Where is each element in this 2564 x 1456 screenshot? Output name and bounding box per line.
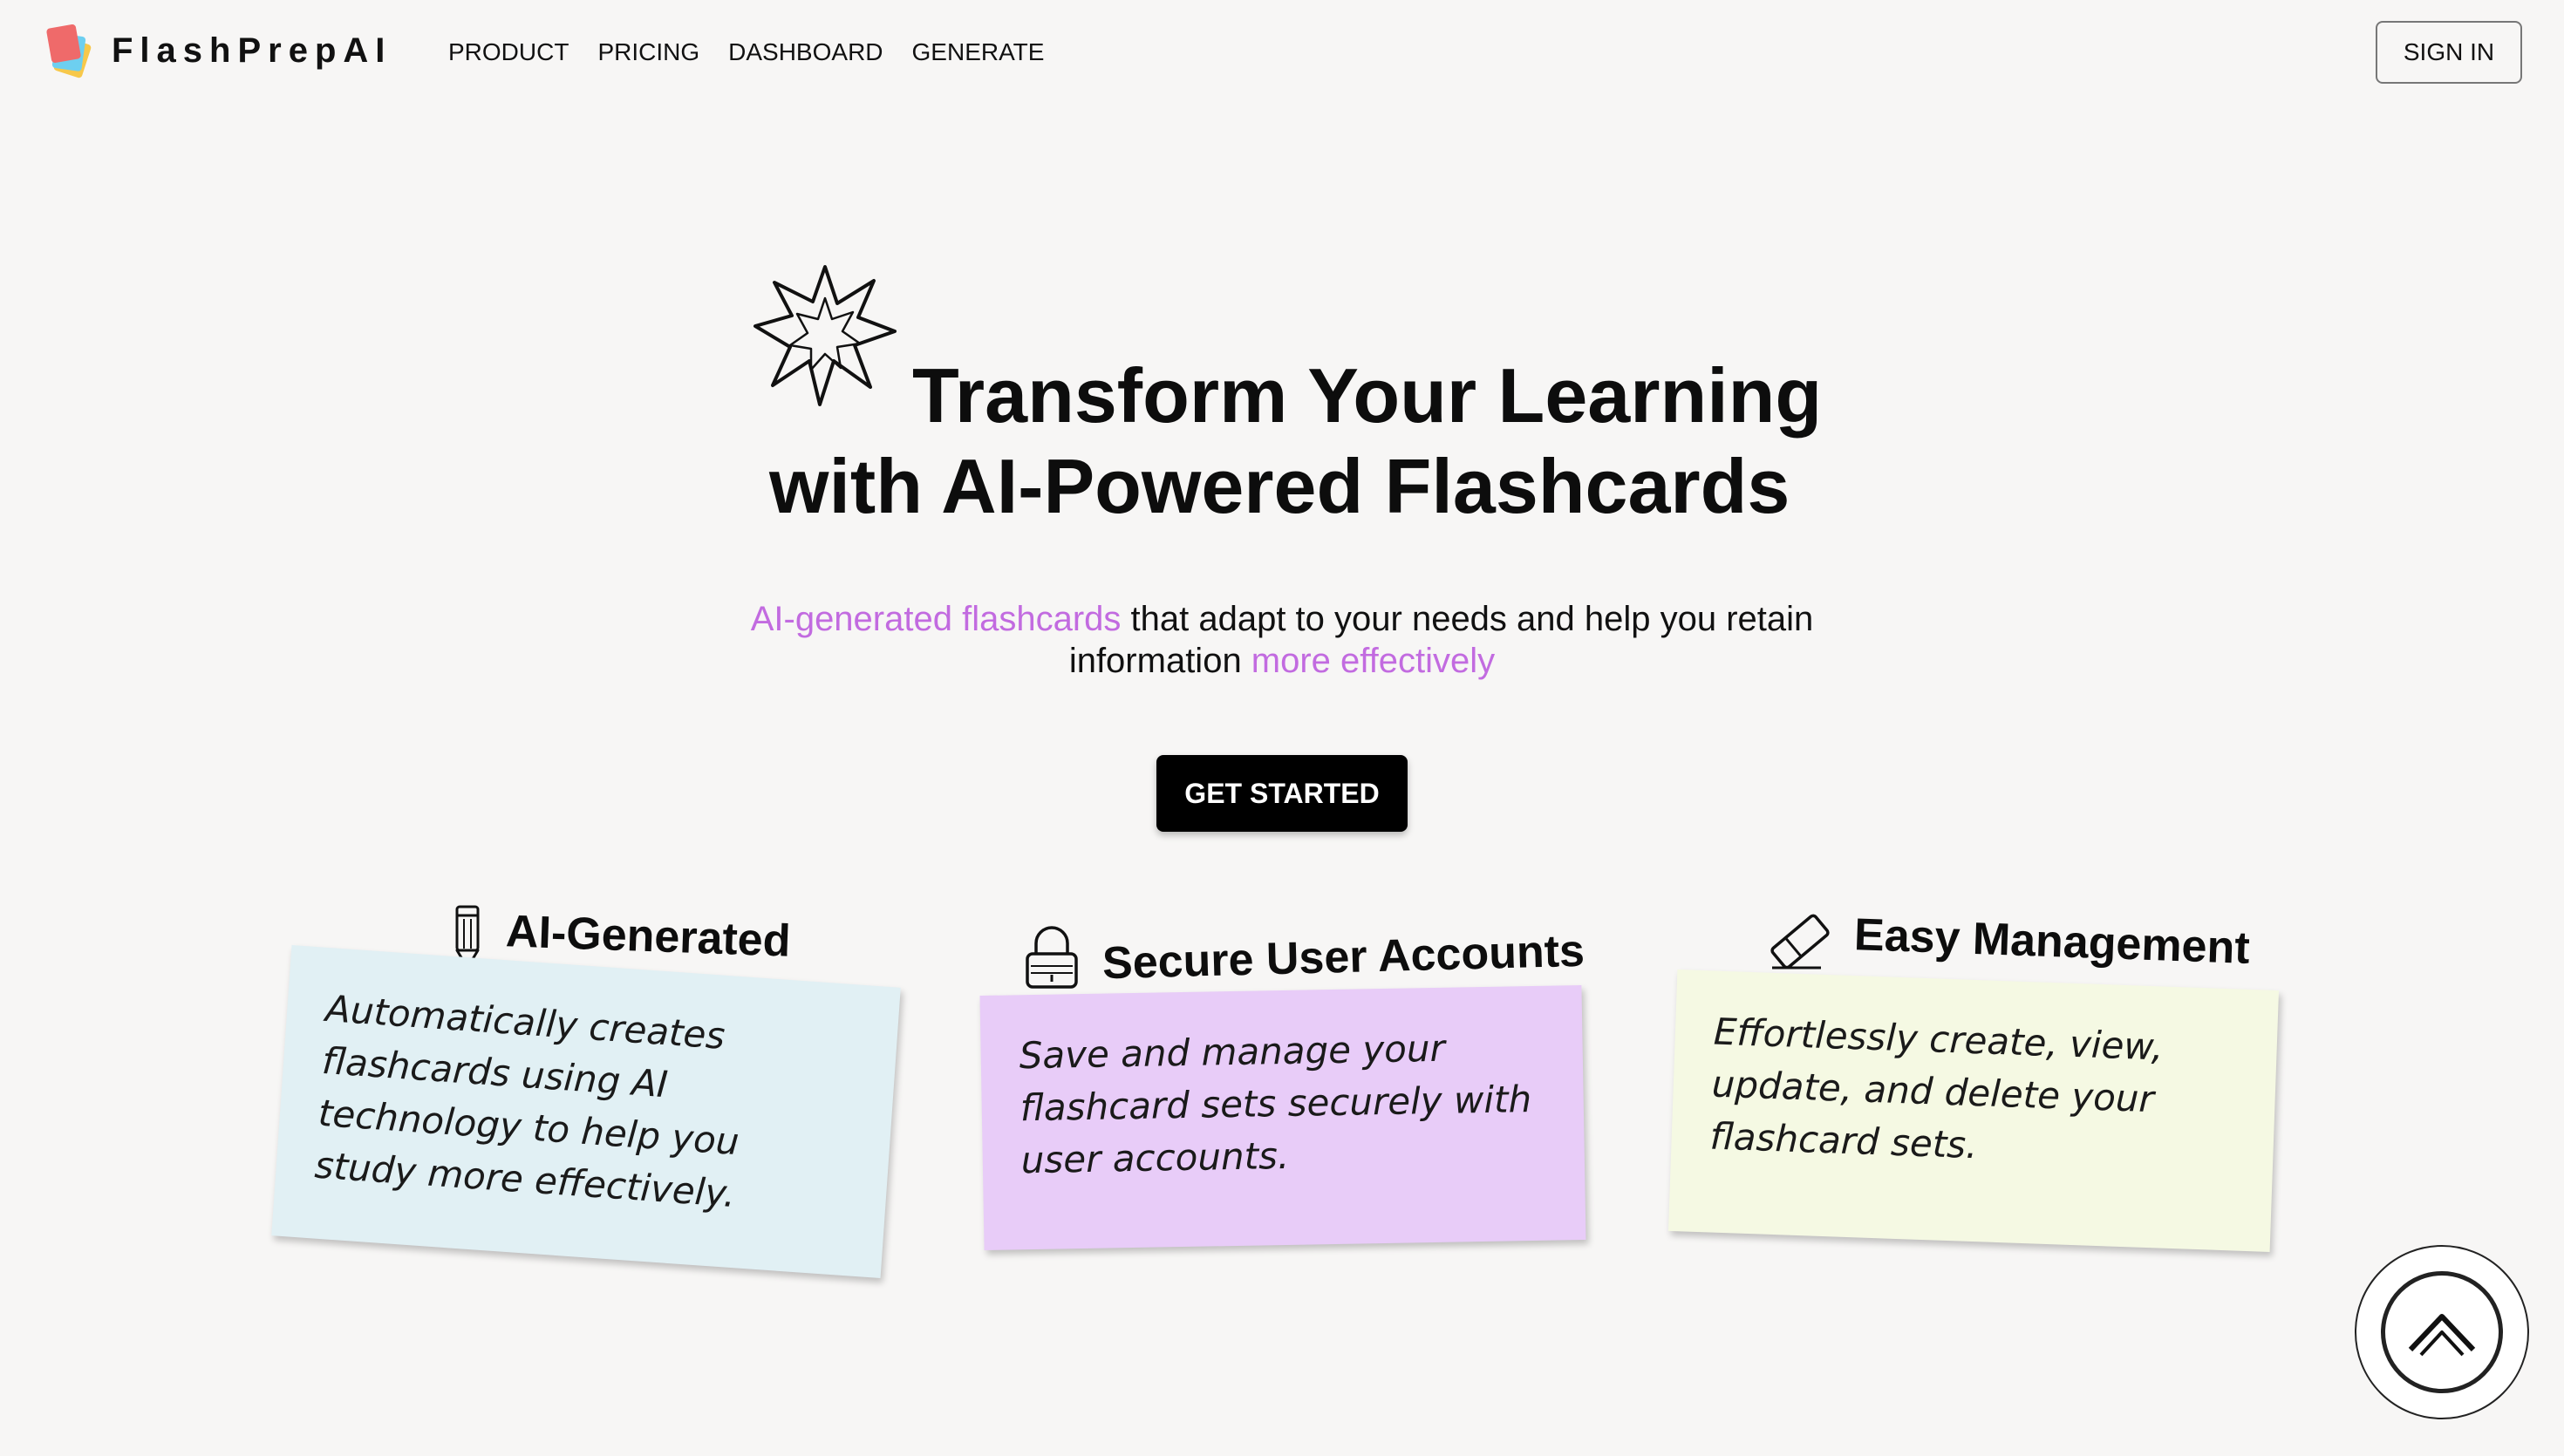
eraser-icon [1770,914,1830,970]
feature-heading-easy-management: Easy Management [1769,909,2251,974]
feature-title: Easy Management [1853,909,2251,974]
subtitle-accent-1: AI-generated flashcards [750,600,1122,638]
hero-subtitle: AI-generated flashcards that adapt to yo… [672,598,1892,682]
nav-links: PRODUCT PRICING DASHBOARD GENERATE [448,38,1044,66]
chevron-up-icon [2408,1314,2476,1357]
scroll-to-top-button[interactable] [2355,1245,2529,1419]
feature-title: Secure User Accounts [1101,925,1585,990]
lock-icon [1026,926,1078,989]
feature-card-easy-management: Effortlessly create, view, update, and d… [1667,970,2280,1252]
feature-card-secure-accounts: Save and manage your flashcard sets secu… [979,985,1586,1250]
top-nav: FlashPrepAI PRODUCT PRICING DASHBOARD GE… [0,0,2564,105]
hero-title: Transform Your Learning with AI-Powered … [436,350,2093,532]
nav-link-pricing[interactable]: PRICING [597,38,699,66]
subtitle-accent-2: more effectively [1251,642,1496,680]
stacked-cards-logo[interactable] [42,21,98,80]
nav-link-dashboard[interactable]: DASHBOARD [728,38,883,66]
sign-in-button[interactable]: SIGN IN [2376,21,2522,84]
hero-title-line1: Transform Your Learning [912,352,1823,439]
feature-title: AI-Generated [505,906,792,967]
get-started-button[interactable]: GET STARTED [1156,755,1408,832]
hero-title-line2: with AI-Powered Flashcards [769,443,1790,529]
landing-page: FlashPrepAI PRODUCT PRICING DASHBOARD GE… [0,0,2564,1456]
nav-link-generate[interactable]: GENERATE [912,38,1045,66]
brand-name[interactable]: FlashPrepAI [112,31,392,71]
feature-card-ai-generated: Automatically creates flashcards using A… [271,944,901,1279]
scroll-top-ring [2381,1271,2503,1393]
nav-link-product[interactable]: PRODUCT [448,38,569,66]
feature-heading-secure-accounts: Secure User Accounts [1024,924,1585,990]
